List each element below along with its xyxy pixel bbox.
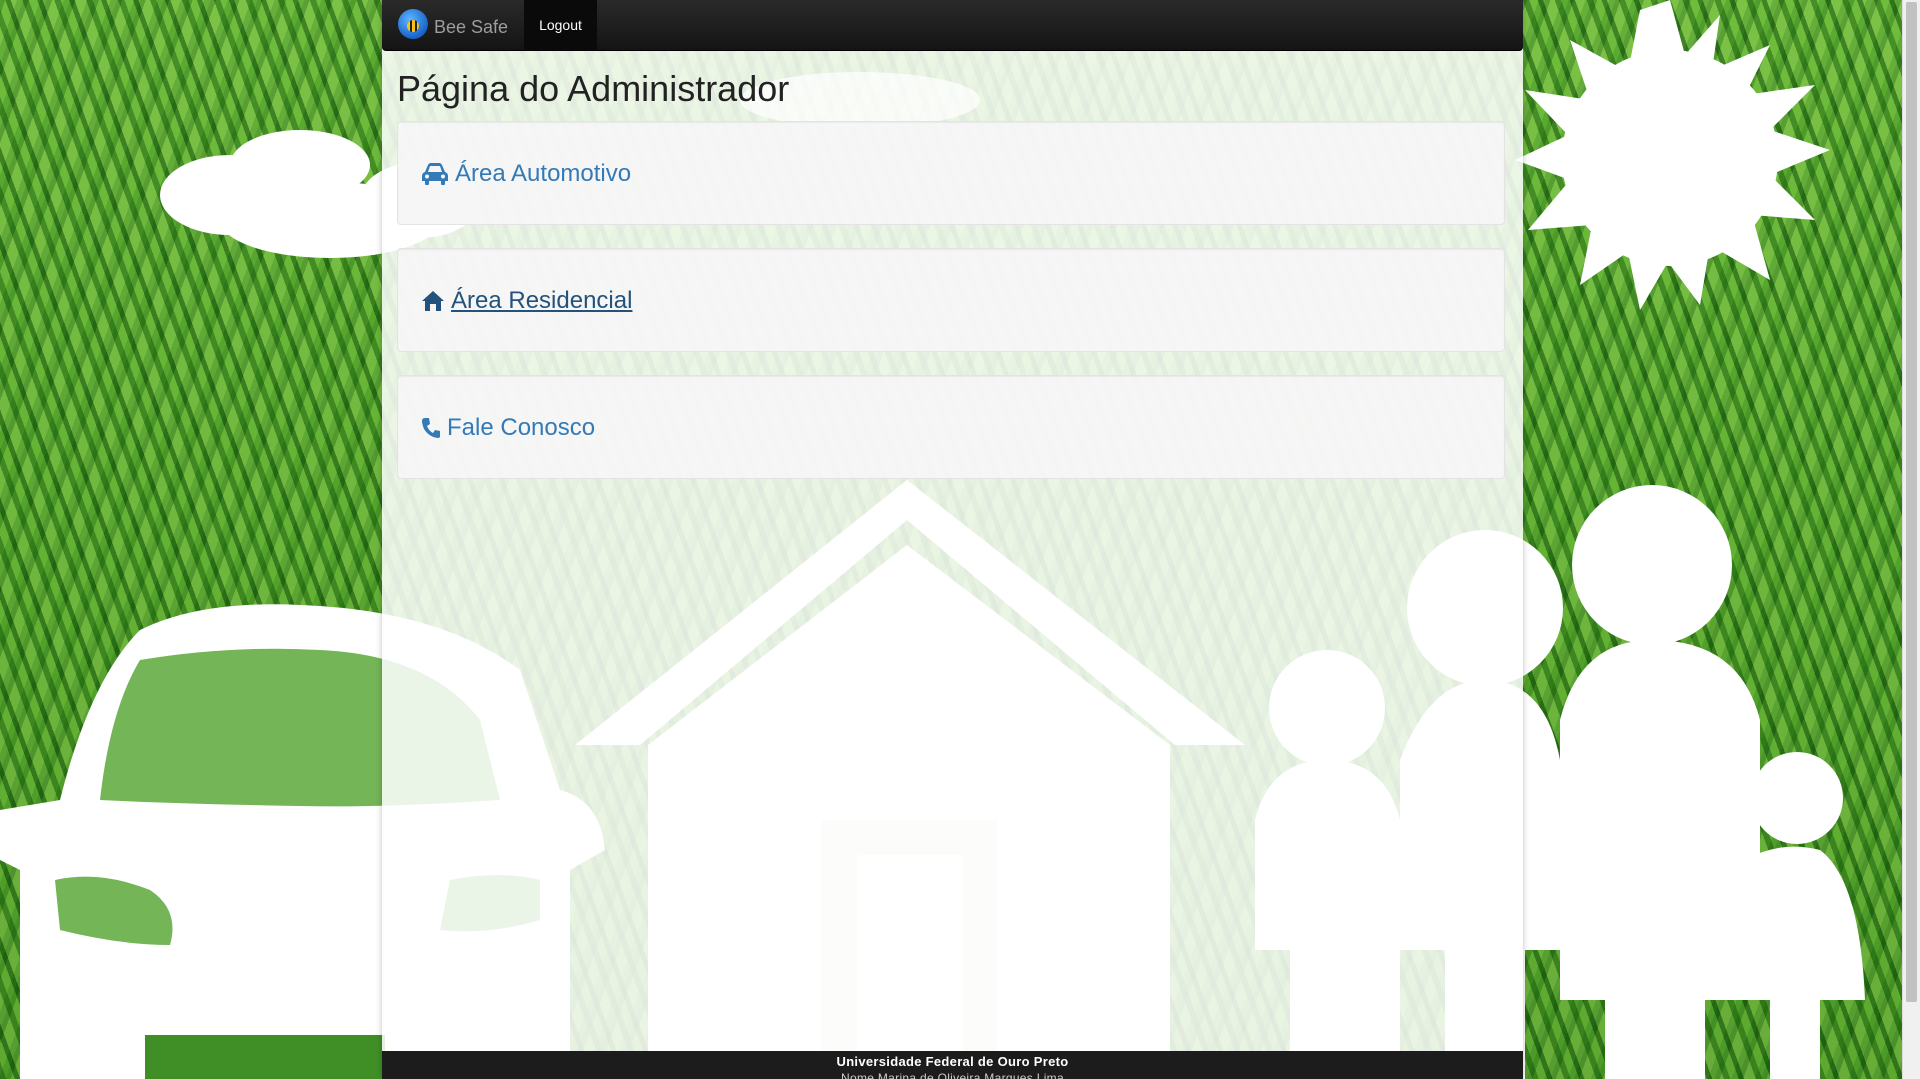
home-icon <box>422 291 444 311</box>
car-icon <box>422 163 448 185</box>
area-residencial-label: Área Residencial <box>451 287 633 314</box>
panel-fale-conosco: Fale Conosco <box>397 375 1505 479</box>
bee-logo-icon <box>398 9 428 39</box>
panel-automotivo: Área Automotivo <box>397 121 1505 225</box>
vertical-scrollbar[interactable] <box>1902 0 1920 1079</box>
sun-shape <box>1515 0 1830 310</box>
fale-conosco-label: Fale Conosco <box>447 414 596 441</box>
page-background: Bee Safe Logout Página do Administrador … <box>0 0 1902 1079</box>
area-residencial-link[interactable]: Área Residencial <box>421 287 632 315</box>
scrollbar-thumb[interactable] <box>1906 2 1917 1002</box>
main-container: Bee Safe Logout Página do Administrador … <box>382 0 1523 1079</box>
top-navbar: Bee Safe Logout <box>382 0 1523 51</box>
area-automotivo-link[interactable]: Área Automotivo <box>421 160 631 188</box>
fale-conosco-link[interactable]: Fale Conosco <box>421 414 595 442</box>
page-title: Página do Administrador <box>397 68 790 109</box>
footer-names: Nome Marina de Oliveira Marques Lima <box>841 1071 1064 1079</box>
footer: Universidade Federal de Ouro Preto Nome … <box>382 1051 1523 1079</box>
area-automotivo-label: Área Automotivo <box>455 160 632 187</box>
phone-icon <box>422 418 440 438</box>
logout-button[interactable]: Logout <box>524 0 597 50</box>
panel-residencial: Área Residencial <box>397 248 1505 352</box>
brand-name: Bee Safe <box>434 16 509 37</box>
footer-university: Universidade Federal de Ouro Preto <box>836 1054 1069 1069</box>
brand-link[interactable]: Bee Safe <box>398 9 509 39</box>
